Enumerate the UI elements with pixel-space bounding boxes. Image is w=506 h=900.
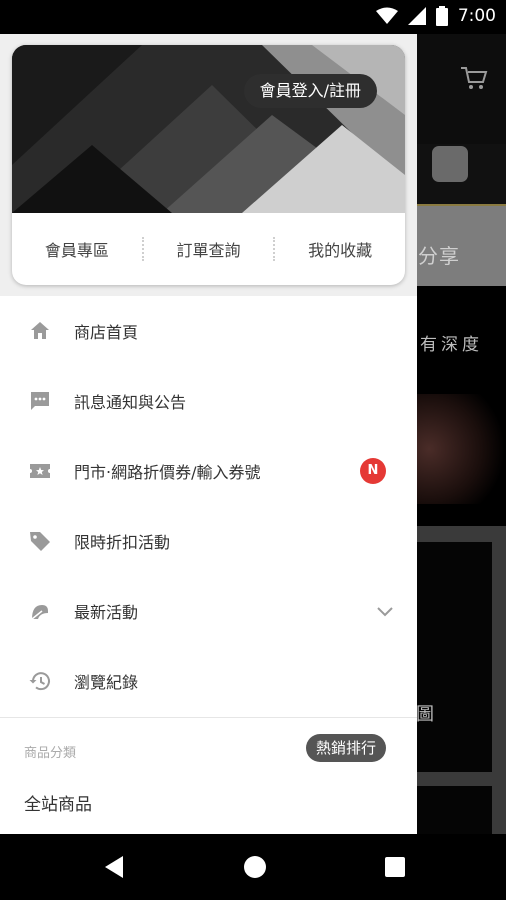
card-banner-image	[12, 45, 405, 213]
order-query-link[interactable]: 訂單查詢	[144, 237, 274, 261]
menu-label: 商店首頁	[74, 323, 139, 342]
menu-label: 訊息通知與公告	[74, 393, 187, 412]
bg-banner-text: 有深度	[420, 335, 483, 355]
best-seller-tag[interactable]: 熱銷排行	[306, 734, 387, 762]
category-section-label: 商品分類	[24, 746, 77, 761]
history-icon	[29, 672, 50, 691]
bg-share-text: 分享	[418, 244, 460, 268]
bg-banner-image	[410, 394, 506, 504]
menu-item-coupons[interactable]: 門市‧網路折價券/輸入券號 N	[0, 436, 417, 506]
menu-item-history[interactable]: 瀏覽紀錄	[0, 646, 417, 716]
facebook-icon[interactable]	[432, 146, 468, 182]
drawer-menu: 商店首頁 訊息通知與公告 門市‧網路折價券/輸入券號 N 限時折扣活動 最新活動…	[0, 296, 417, 716]
signal-icon	[407, 7, 426, 25]
favorites-link[interactable]: 我的收藏	[275, 237, 405, 261]
navigation-drawer: 會員登入/註冊 會員專區 訂單查詢 我的收藏 商店首頁 訊息通知與公告 門市‧網…	[0, 34, 417, 834]
new-badge: N	[360, 458, 386, 484]
chevron-down-icon[interactable]	[374, 600, 396, 622]
tag-icon	[30, 532, 50, 551]
back-icon[interactable]	[100, 852, 130, 882]
bg-card	[408, 786, 492, 834]
all-products-link[interactable]: 全站商品	[24, 790, 92, 815]
login-register-button[interactable]: 會員登入/註冊	[243, 74, 377, 108]
menu-item-store-home[interactable]: 商店首頁	[0, 296, 417, 366]
member-card: 會員登入/註冊 會員專區 訂單查詢 我的收藏	[12, 45, 405, 285]
system-nav-bar	[0, 834, 506, 900]
wifi-icon	[375, 7, 398, 24]
menu-item-latest-events[interactable]: 最新活動	[0, 576, 417, 646]
message-icon	[31, 392, 49, 410]
recent-apps-icon[interactable]	[380, 852, 410, 882]
menu-label: 門市‧網路折價券/輸入券號	[74, 463, 261, 482]
menu-item-notifications[interactable]: 訊息通知與公告	[0, 366, 417, 436]
drawer-header: 會員登入/註冊 會員專區 訂單查詢 我的收藏	[0, 34, 417, 296]
menu-label: 瀏覽紀錄	[74, 673, 139, 692]
menu-item-flash-sale[interactable]: 限時折扣活動	[0, 506, 417, 576]
status-bar: 7:00	[0, 0, 506, 34]
megaphone-icon	[31, 605, 48, 620]
home-button-icon[interactable]	[240, 852, 270, 882]
menu-divider	[0, 717, 417, 718]
battery-icon	[435, 6, 448, 26]
member-area-link[interactable]: 會員專區	[12, 237, 142, 261]
menu-label: 限時折扣活動	[74, 533, 171, 552]
home-icon	[31, 322, 49, 339]
bg-card-text: 圖	[416, 704, 434, 725]
cart-icon[interactable]	[458, 62, 490, 94]
status-time: 7:00	[457, 6, 496, 26]
ticket-icon	[30, 464, 50, 478]
bg-card	[408, 542, 492, 772]
status-icons: 7:00	[375, 6, 496, 26]
menu-label: 最新活動	[74, 603, 139, 622]
quick-links: 會員專區 訂單查詢 我的收藏	[12, 213, 405, 285]
